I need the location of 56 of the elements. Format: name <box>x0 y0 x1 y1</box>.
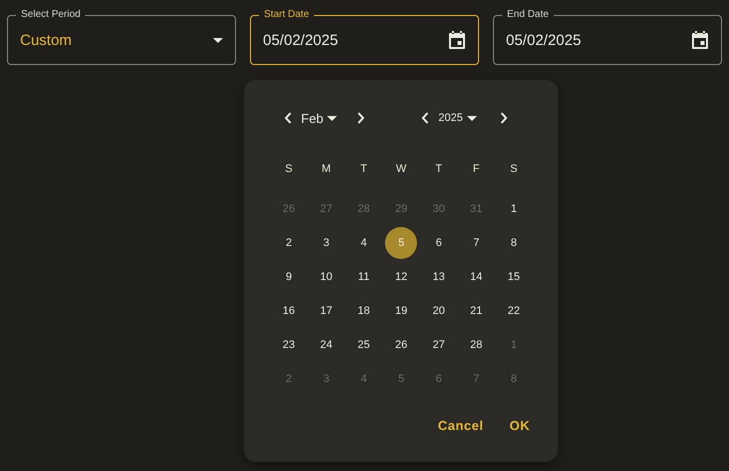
chevron-left-icon <box>421 112 430 124</box>
calendar-day[interactable]: 25 <box>348 329 380 361</box>
calendar-day[interactable]: 4 <box>348 227 380 259</box>
field-value: Custom <box>20 32 72 48</box>
weekday-label: T <box>359 162 368 177</box>
calendar-day[interactable]: 7 <box>460 227 492 259</box>
field-label: Start Date <box>263 8 310 22</box>
weekday-label: W <box>395 162 408 177</box>
calendar-day[interactable]: 26 <box>385 329 418 361</box>
calendar-icon[interactable] <box>448 30 466 50</box>
calendar-day[interactable]: 14 <box>460 261 492 293</box>
calendar-day[interactable]: 20 <box>422 295 455 327</box>
field-value: 05/02/2025 <box>263 32 338 48</box>
weekday-label: F <box>472 162 481 177</box>
calendar-day[interactable]: 22 <box>498 295 530 327</box>
calendar-day[interactable]: 8 <box>498 227 530 259</box>
calendar-day[interactable]: 17 <box>310 295 342 327</box>
dropdown-caret-icon <box>213 38 223 42</box>
caret-icon <box>466 116 477 120</box>
calendar-day[interactable]: 1 <box>498 193 530 225</box>
calendar-day[interactable]: 12 <box>385 261 418 293</box>
calendar-day[interactable]: 18 <box>348 295 380 327</box>
month-dropdown[interactable]: Feb <box>295 110 338 126</box>
calendar-day[interactable]: 15 <box>498 261 530 293</box>
weekday-label: S <box>284 162 294 177</box>
calendar-day[interactable]: 2 <box>272 227 305 259</box>
ok-button[interactable]: OK <box>502 412 538 439</box>
weekday-label: T <box>434 162 444 177</box>
date-field[interactable]: Start Date 05/02/2025 <box>250 8 479 65</box>
caret-icon <box>327 116 338 120</box>
field-label: End Date <box>506 8 550 22</box>
year-dropdown[interactable]: 2025 <box>432 112 477 124</box>
field-label: Select Period <box>20 8 82 22</box>
calendar-day[interactable]: 23 <box>272 329 305 361</box>
calendar-day[interactable]: 3 <box>310 227 342 259</box>
calendar-day[interactable]: 27 <box>422 329 455 361</box>
calendar-day[interactable]: 21 <box>460 295 492 327</box>
chevron-right-icon <box>500 112 508 124</box>
chevron-left-icon <box>284 112 292 124</box>
period-select[interactable]: Select Period Custom <box>7 8 236 65</box>
field-value: 05/02/2025 <box>506 32 582 48</box>
weekday-label: S <box>509 162 518 177</box>
date-field[interactable]: End Date 05/02/2025 <box>493 8 722 65</box>
calendar-day[interactable]: 10 <box>310 261 342 293</box>
calendar-day[interactable]: 28 <box>460 329 492 361</box>
chevron-right-icon <box>357 112 366 124</box>
calendar-icon[interactable] <box>691 30 709 50</box>
calendar-day[interactable]: 13 <box>422 261 455 293</box>
calendar-day[interactable]: 6 <box>422 227 455 259</box>
calendar-day[interactable]: 16 <box>272 295 305 327</box>
calendar-day[interactable]: 11 <box>348 261 380 293</box>
weekday-label: M <box>320 162 332 177</box>
calendar-day[interactable]: 19 <box>385 295 418 327</box>
calendar-day[interactable]: 24 <box>310 329 342 361</box>
cancel-button[interactable]: Cancel <box>430 412 492 439</box>
calendar-day[interactable]: 9 <box>272 261 305 293</box>
